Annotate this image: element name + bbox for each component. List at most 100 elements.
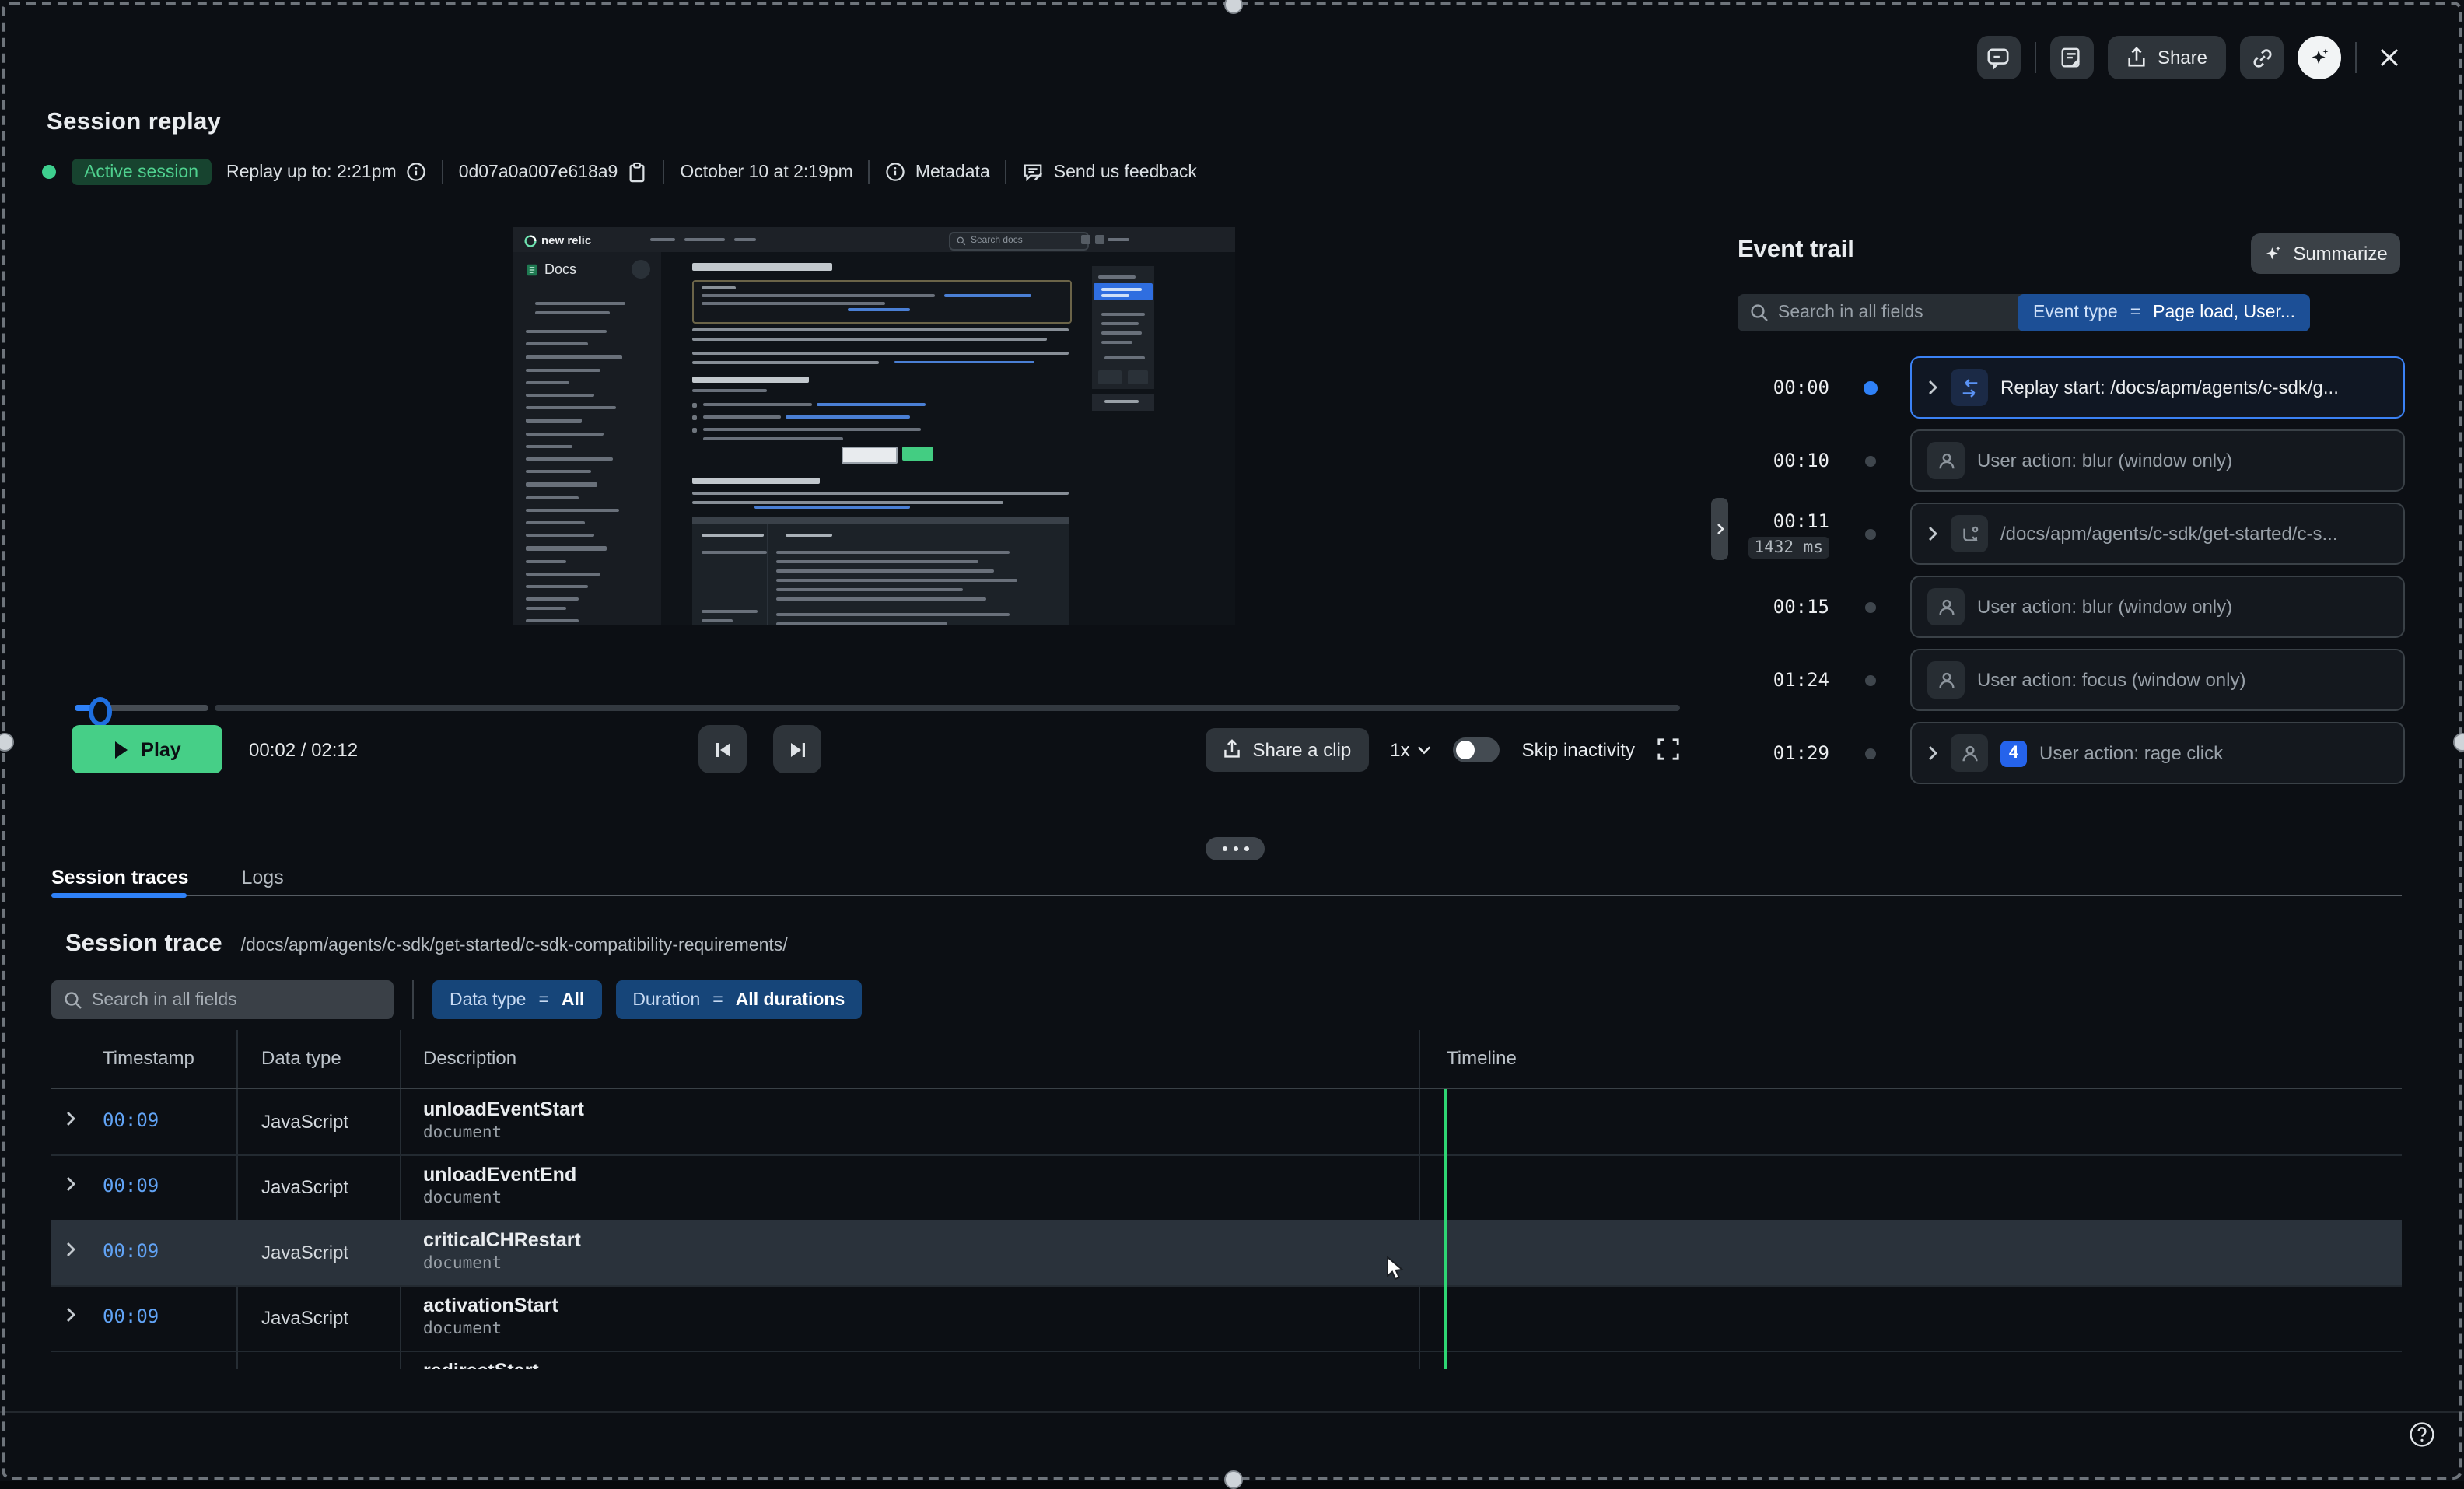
event-type-filter-pill[interactable]: Event type = Page load, User... [2018, 294, 2311, 331]
event-marker-dot [1864, 528, 1875, 539]
expand-chevron-icon[interactable] [65, 1242, 76, 1257]
copy-link-button[interactable] [2240, 36, 2284, 79]
chevron-right-icon [1715, 523, 1724, 535]
timeline-playhead-line [1444, 1089, 1447, 1369]
fullscreen-button[interactable] [1657, 737, 1680, 761]
trace-row[interactable]: 00:09 JavaScript activationStart documen… [51, 1285, 2402, 1352]
trace-row[interactable]: 00:09 JavaScript unloadEventEnd document [51, 1154, 2402, 1221]
row-timestamp: 00:09 [103, 1109, 159, 1131]
trace-row-clipped[interactable]: redirectStart [51, 1351, 2402, 1369]
share-button[interactable]: Share [2108, 36, 2226, 79]
masked-text [526, 496, 579, 499]
expand-chevron-icon[interactable] [65, 1307, 76, 1323]
masked-text [1104, 400, 1139, 403]
close-button[interactable] [2371, 39, 2408, 76]
expand-chevron-icon[interactable] [65, 1111, 76, 1126]
masked-text [526, 356, 622, 359]
user-icon [1927, 588, 1965, 625]
panel-resize-handle[interactable] [1206, 837, 1265, 860]
masked-text [692, 427, 697, 432]
masked-text [754, 506, 910, 508]
masked-text [1101, 313, 1145, 316]
masked-text [702, 534, 764, 537]
resize-handle-right[interactable] [2453, 733, 2464, 752]
share-a-clip-button[interactable]: Share a clip [1206, 727, 1368, 771]
doc-icon [526, 262, 538, 276]
event-card-replay-start[interactable]: Replay start: /docs/apm/agents/c-sdk/g..… [1910, 356, 2405, 419]
help-button[interactable] [2408, 1421, 2436, 1449]
mini-toc-active-item [1094, 283, 1153, 300]
event-card-page-view[interactable]: /docs/apm/agents/c-sdk/get-started/c-s..… [1910, 503, 2405, 565]
toolbar-divider [2035, 42, 2036, 73]
session-id: 0d07a0a007e618a9 [459, 161, 648, 183]
masked-text [692, 415, 697, 419]
col-timeline: Timeline [1447, 1047, 1517, 1069]
row-detail: document [423, 1123, 502, 1142]
row-timestamp: 00:09 [103, 1305, 159, 1327]
playback-speed-select[interactable]: 1x [1390, 738, 1431, 760]
replay-viewport[interactable]: new relic Search docs Docs [513, 227, 1235, 625]
masked-text [526, 342, 588, 345]
event-search-input[interactable]: Search in all fields [1738, 294, 2030, 331]
expand-chevron-icon[interactable] [65, 1176, 76, 1192]
masked-text [776, 560, 978, 563]
trace-search-input[interactable]: Search in all fields [51, 980, 394, 1019]
scrubber-handle[interactable] [89, 697, 112, 727]
mini-logo: new relic [524, 233, 591, 247]
metadata-button[interactable]: Metadata [886, 162, 990, 182]
share-icon [1223, 739, 1241, 759]
filter-divider [412, 980, 414, 1019]
search-icon [1750, 303, 1769, 322]
session-replay-app: Share Session replay Active session Repl… [0, 0, 2464, 1481]
survey-button[interactable] [2050, 36, 2094, 79]
event-card-user-blur[interactable]: User action: blur (window only) [1910, 576, 2405, 638]
info-icon[interactable] [406, 162, 426, 182]
trace-row-hovered[interactable]: 00:09 JavaScript criticalCHRestart docum… [51, 1220, 2402, 1287]
tab-session-traces[interactable]: Session traces [51, 867, 189, 888]
clipboard-icon[interactable] [627, 161, 647, 183]
resize-handle-top[interactable] [1224, 0, 1243, 14]
timeline-scrubber[interactable] [75, 705, 1680, 711]
session-status-dot [42, 165, 56, 179]
resize-handle-bottom[interactable] [1224, 1470, 1243, 1489]
event-time: 00:00 [1738, 377, 1829, 398]
player-controls: Play 00:02 / 02:12 Share a clip 1x Skip … [72, 725, 1680, 773]
tab-logs[interactable]: Logs [242, 867, 284, 888]
row-description: activationStart [423, 1295, 558, 1316]
event-count-badge: 4 [2000, 740, 2027, 766]
masked-text [1108, 238, 1129, 241]
expand-chevron-icon[interactable] [1927, 745, 1938, 761]
masked-text [526, 585, 588, 588]
masked-text [1101, 322, 1139, 325]
trace-row[interactable]: 00:09 JavaScript unloadEventStart docume… [51, 1089, 2402, 1156]
skip-forward-button[interactable] [773, 725, 821, 773]
masked-text [702, 302, 885, 305]
expand-chevron-icon[interactable] [1927, 380, 1938, 395]
event-card-user-blur[interactable]: User action: blur (window only) [1910, 429, 2405, 492]
comment-button[interactable] [1977, 36, 2021, 79]
row-detail: document [423, 1189, 502, 1207]
event-label: User action: focus (window only) [1977, 669, 2245, 691]
data-type-filter-pill[interactable]: Data type = All [432, 980, 601, 1019]
resize-handle-left[interactable] [0, 733, 14, 752]
mini-table-header [692, 517, 1069, 524]
ai-assistant-button[interactable] [2298, 36, 2341, 79]
masked-text [526, 534, 594, 537]
skip-inactivity-toggle[interactable] [1454, 737, 1500, 762]
feedback-button[interactable]: Send us feedback [1023, 161, 1197, 183]
event-card-user-focus[interactable]: User action: focus (window only) [1910, 649, 2405, 711]
play-button[interactable]: Play [72, 725, 222, 773]
event-trail-collapse-handle[interactable] [1711, 498, 1728, 560]
masked-text [702, 610, 758, 613]
event-card-rage-click[interactable]: 4 User action: rage click [1910, 722, 2405, 784]
duration-filter-pill[interactable]: Duration = All durations [615, 980, 862, 1019]
summarize-button[interactable]: Summarize [2251, 233, 2400, 274]
event-trail-title: Event trail [1738, 236, 1854, 265]
skip-back-button[interactable] [698, 725, 747, 773]
masked-text [535, 311, 610, 314]
masked-text [776, 551, 1010, 554]
masked-text [692, 328, 1069, 331]
masked-text [702, 294, 935, 297]
event-label: /docs/apm/agents/c-sdk/get-started/c-s..… [2000, 523, 2338, 545]
expand-chevron-icon[interactable] [1927, 526, 1938, 541]
